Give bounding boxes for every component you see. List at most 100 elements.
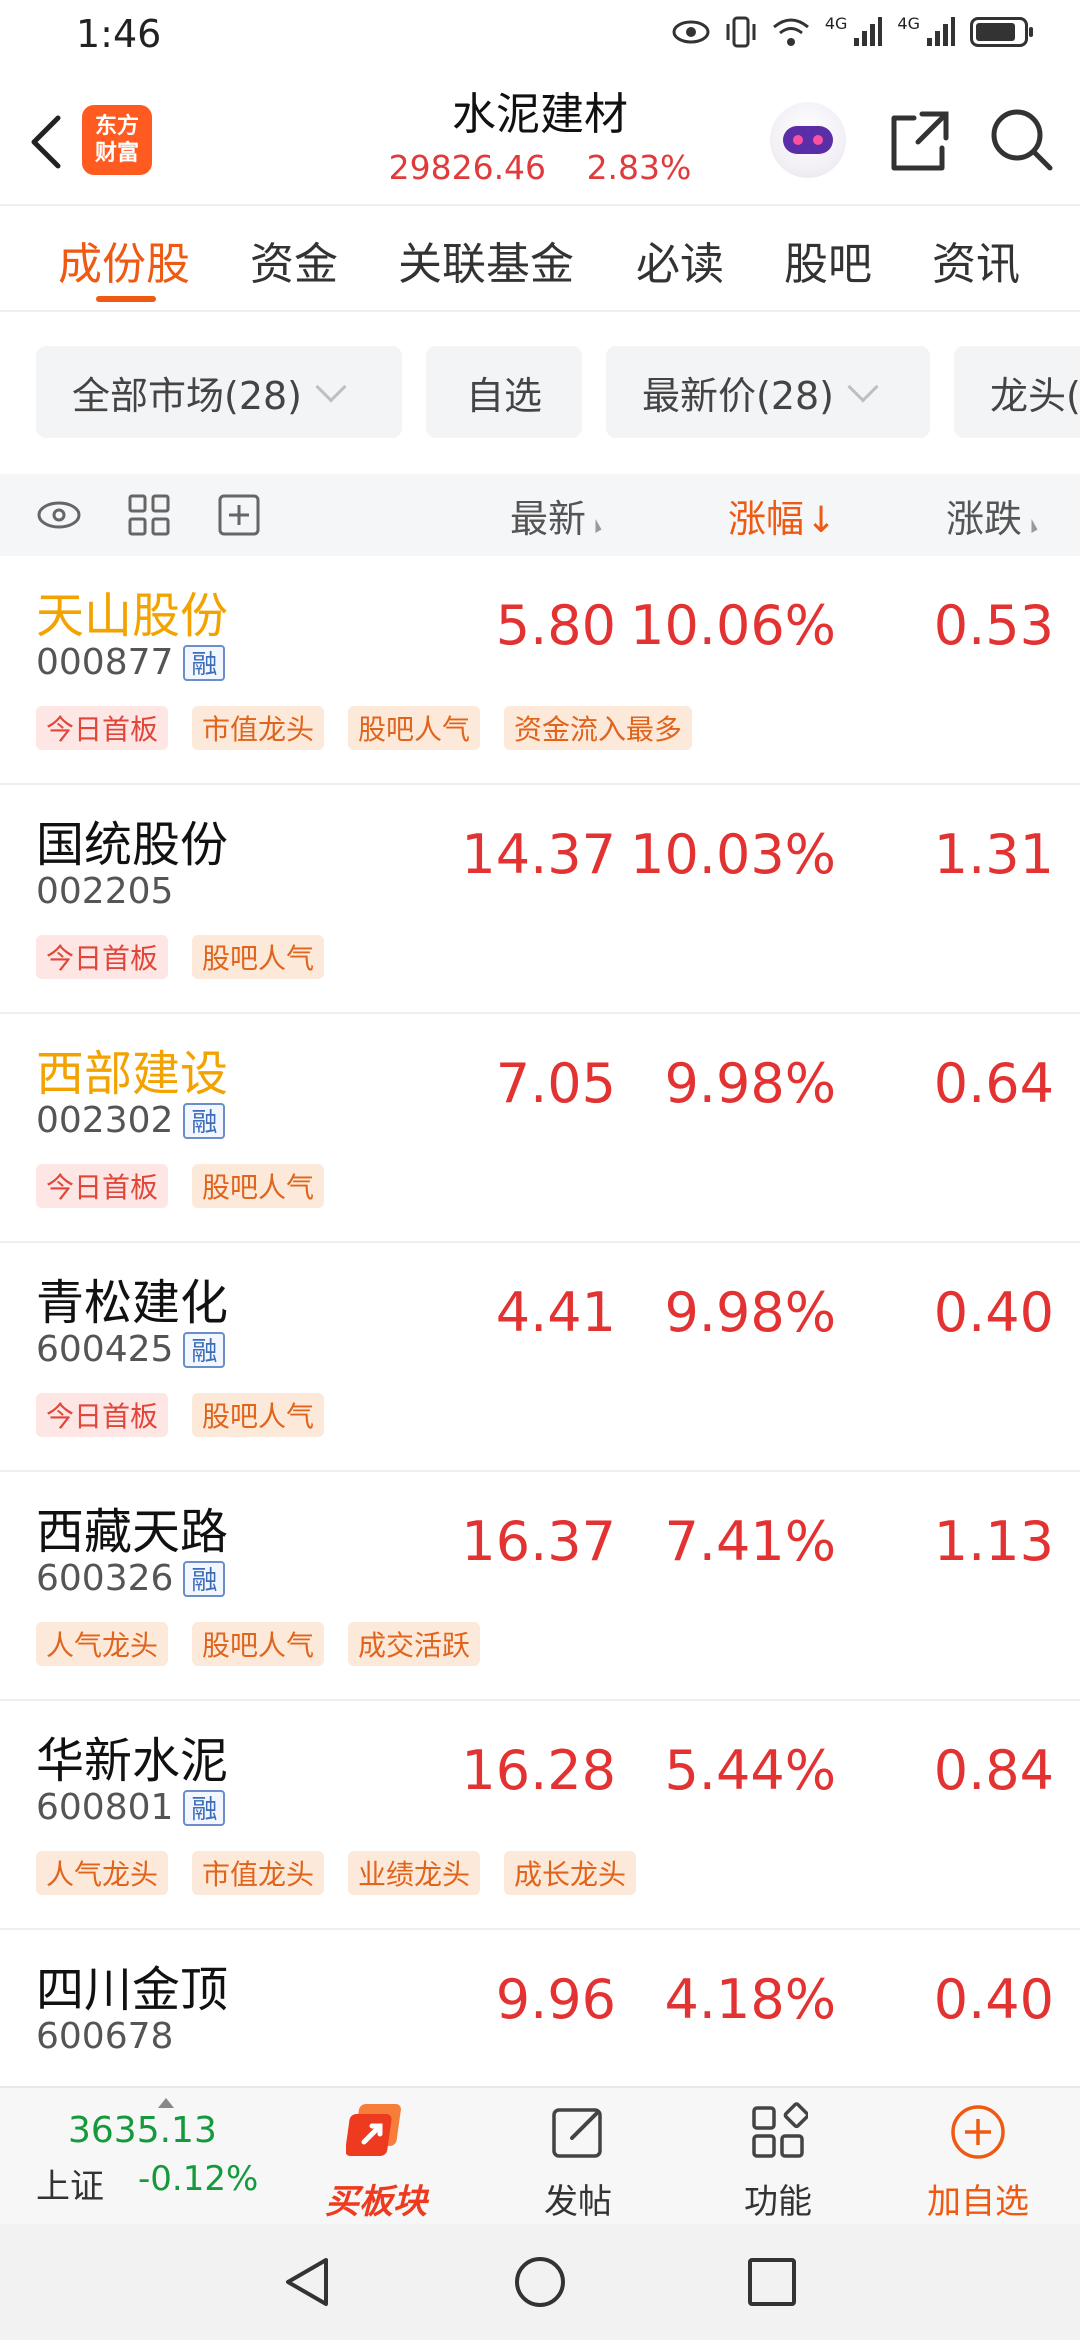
stock-tag[interactable]: 成长龙头: [504, 1851, 637, 1895]
stock-tag[interactable]: 人气龙头: [36, 1851, 169, 1895]
market-filter-dropdown[interactable]: 全部市场(28): [36, 346, 402, 438]
stock-row[interactable]: 西部建设 002302 融 7.05 9.98% 0.64 今日首板 股吧人气: [0, 1014, 1080, 1243]
sort-down-arrow-icon: ↓: [806, 500, 837, 541]
stock-name: 天山股份: [36, 588, 229, 644]
margin-trading-badge: 融: [183, 1789, 226, 1826]
column-latest-price[interactable]: 最新: [510, 488, 602, 543]
stock-tag[interactable]: 业绩龙头: [348, 1851, 481, 1895]
shanghai-index-value: 3635.13: [68, 2110, 217, 2151]
stock-name: 青松建化: [36, 1275, 229, 1331]
title-block: 水泥建材 29826.46 2.83%: [340, 86, 740, 187]
stock-tags: 人气龙头 股吧人气 成交活跃: [36, 1622, 481, 1666]
margin-trading-badge: 融: [183, 1102, 226, 1139]
sector-index-change: 2.83%: [586, 148, 692, 187]
stock-tag[interactable]: 今日首板: [36, 1164, 169, 1208]
stock-code-line: 600425 融: [36, 1329, 226, 1370]
leader-filter-dropdown[interactable]: 龙头(3: [954, 346, 1080, 438]
stock-latest-price: 16.28: [461, 1739, 616, 1802]
tab-forum[interactable]: 股吧: [784, 228, 872, 292]
stock-row[interactable]: 国统股份 002205 14.37 10.03% 1.31 今日首板 股吧人气: [0, 785, 1080, 1014]
stock-tag[interactable]: 资金流入最多: [504, 706, 693, 750]
stock-row[interactable]: 西藏天路 600326 融 16.37 7.41% 1.13 人气龙头 股吧人气 成交活跃: [0, 1472, 1080, 1701]
stock-change: 0.84: [933, 1739, 1054, 1802]
margin-trading-badge: 融: [183, 644, 226, 681]
stock-tag[interactable]: 今日首板: [36, 935, 169, 979]
stock-tag[interactable]: 股吧人气: [192, 935, 325, 979]
stock-tags: 今日首板 市值龙头 股吧人气 资金流入最多: [36, 706, 693, 750]
column-change-label: 涨跌: [946, 497, 1023, 541]
stock-change: 0.53: [933, 594, 1054, 657]
stock-tag[interactable]: 股吧人气: [192, 1622, 325, 1666]
stock-name: 西部建设: [36, 1046, 229, 1102]
stock-tag[interactable]: 股吧人气: [192, 1164, 325, 1208]
stock-tag[interactable]: 市值龙头: [192, 1851, 325, 1895]
sort-triangle-icon: [1025, 519, 1038, 533]
post-label: 发帖: [544, 2182, 612, 2222]
column-change[interactable]: 涨跌: [946, 488, 1038, 543]
latest-price-filter-label: 最新价(28): [642, 373, 835, 418]
search-icon[interactable]: [986, 104, 1056, 174]
stock-code-line: 002302 融: [36, 1100, 226, 1141]
tab-constituents[interactable]: 成份股: [58, 228, 190, 292]
market-filter-label: 全部市场(28): [72, 373, 303, 418]
tab-funds[interactable]: 资金: [250, 228, 338, 292]
share-icon[interactable]: [884, 106, 954, 176]
add-box-icon[interactable]: [216, 492, 262, 538]
stock-tag[interactable]: 股吧人气: [348, 706, 481, 750]
margin-trading-badge: 融: [183, 1560, 226, 1597]
stock-tags: 今日首板 股吧人气: [36, 935, 325, 979]
status-icons: 4G 4G: [671, 14, 1033, 50]
add-circle-icon: [951, 2105, 1005, 2159]
system-home-icon[interactable]: [512, 2254, 568, 2310]
add-watchlist-button[interactable]: 加自选: [908, 2102, 1048, 2223]
stock-code: 600801: [36, 1787, 174, 1828]
stock-latest-price: 5.80: [495, 594, 616, 657]
stock-list: 天山股份 000877 融 5.80 10.06% 0.53 今日首板 市值龙头 股吧人气 资金流…: [0, 556, 1080, 2159]
stock-name: 国统股份: [36, 817, 229, 873]
stock-change-pct: 7.41%: [664, 1510, 836, 1573]
column-latest-label: 最新: [510, 497, 587, 541]
stock-tag[interactable]: 今日首板: [36, 1393, 169, 1437]
latest-price-filter-dropdown[interactable]: 最新价(28): [606, 346, 930, 438]
watchlist-filter-button[interactable]: 自选: [426, 346, 582, 438]
post-button[interactable]: 发帖: [508, 2102, 648, 2223]
assistant-avatar[interactable]: [770, 102, 846, 178]
signal-icon: [854, 17, 883, 46]
stock-tags: 人气龙头 市值龙头 业绩龙头 成长龙头: [36, 1851, 637, 1895]
tab-news[interactable]: 资讯: [932, 228, 1020, 292]
tab-related-funds[interactable]: 关联基金: [398, 228, 574, 292]
grid-icon[interactable]: [126, 492, 172, 538]
stock-change-pct: 10.06%: [630, 594, 836, 657]
page-title: 水泥建材: [452, 89, 628, 140]
stock-row[interactable]: 华新水泥 600801 融 16.28 5.44% 0.84 人气龙头 市值龙头 业绩龙头 成长龙…: [0, 1701, 1080, 1930]
stock-tag[interactable]: 人气龙头: [36, 1622, 169, 1666]
shanghai-index-ticker[interactable]: 3635.13 上证 -0.12%: [36, 2098, 276, 2208]
stock-code: 002205: [36, 871, 174, 912]
stock-tag[interactable]: 今日首板: [36, 706, 169, 750]
stock-row[interactable]: 天山股份 000877 融 5.80 10.06% 0.53 今日首板 市值龙头 股吧人气 资金流…: [0, 556, 1080, 785]
stock-latest-price: 14.37: [461, 823, 616, 886]
sector-index-line: 29826.46 2.83%: [340, 148, 740, 187]
back-button[interactable]: [22, 102, 70, 182]
stock-tag[interactable]: 成交活跃: [348, 1622, 481, 1666]
column-change-pct-label: 涨幅: [728, 497, 805, 541]
add-watchlist-label: 加自选: [927, 2182, 1029, 2222]
stock-row[interactable]: 青松建化 600425 融 4.41 9.98% 0.40 今日首板 股吧人气: [0, 1243, 1080, 1472]
battery-level-fill: [976, 23, 1015, 41]
stock-name: 四川金顶: [36, 1962, 229, 2018]
stock-code-line: 600678: [36, 2016, 173, 2057]
stock-tag[interactable]: 股吧人气: [192, 1393, 325, 1437]
stock-tag[interactable]: 市值龙头: [192, 706, 325, 750]
watchlist-filter-label: 自选: [465, 373, 542, 418]
app-logo[interactable]: 东方 财富: [82, 105, 152, 175]
system-recents-icon[interactable]: [744, 2254, 800, 2310]
stock-change-pct: 9.98%: [664, 1052, 836, 1115]
system-back-icon[interactable]: [280, 2254, 336, 2310]
tab-must-read[interactable]: 必读: [636, 228, 724, 292]
stock-change-pct: 4.18%: [664, 1968, 836, 2031]
column-change-pct[interactable]: 涨幅↓: [728, 488, 836, 543]
vibrate-icon: [726, 16, 756, 48]
buy-board-button[interactable]: 买板块: [306, 2102, 446, 2223]
functions-button[interactable]: 功能: [708, 2102, 848, 2223]
eye-icon[interactable]: [36, 492, 82, 538]
